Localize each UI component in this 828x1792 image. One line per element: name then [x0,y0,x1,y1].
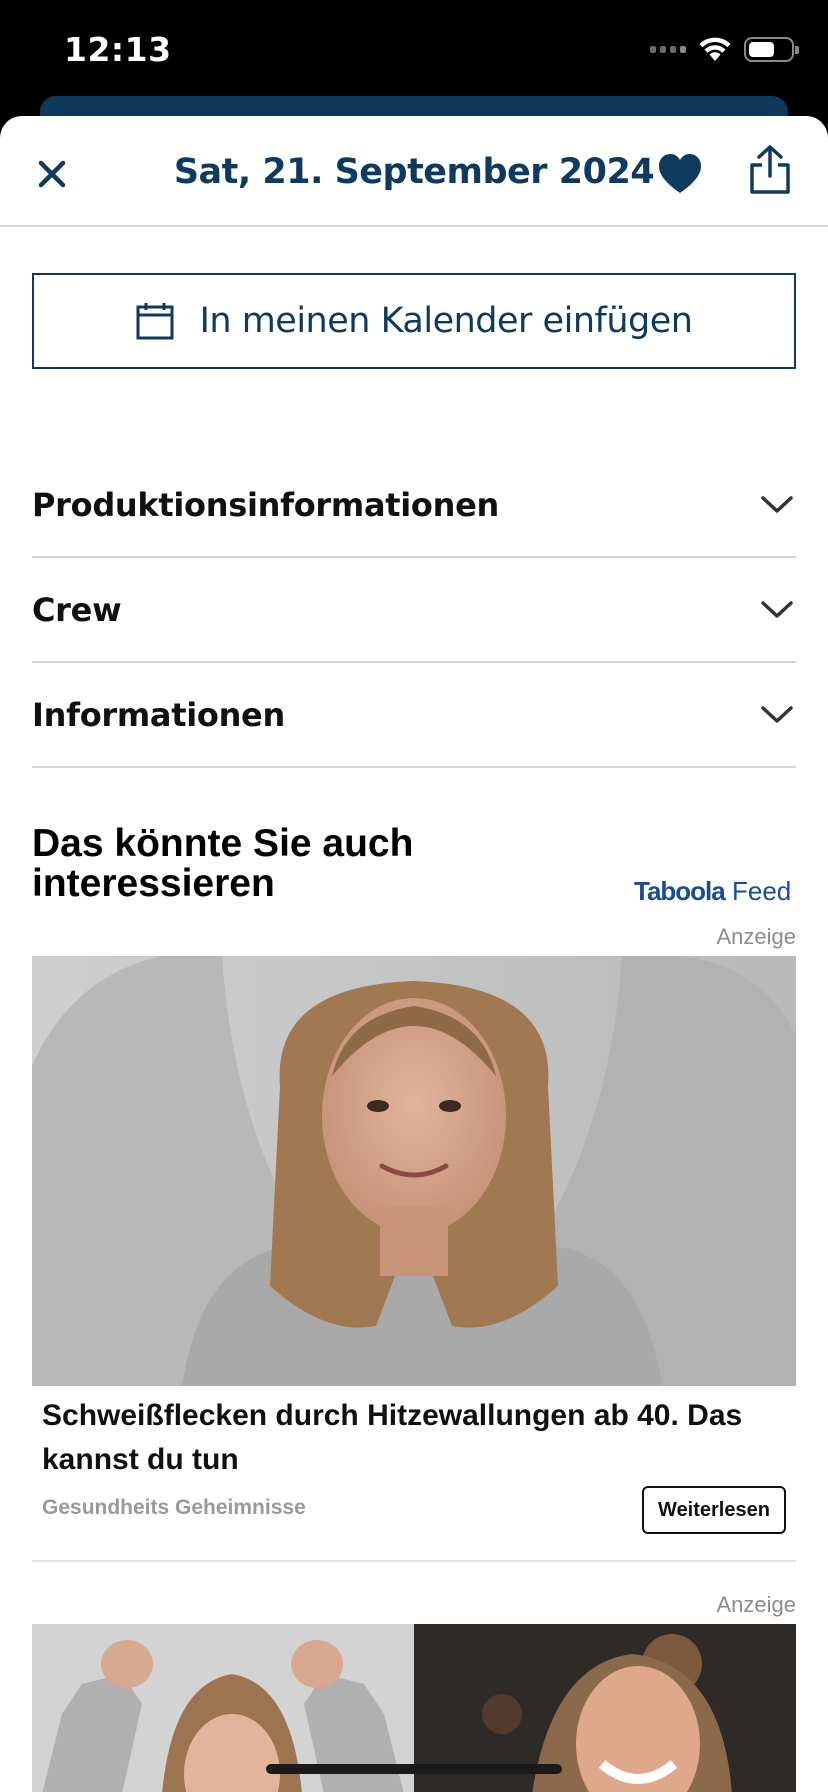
accordion-label: Informationen [32,696,285,734]
calendar-icon [136,303,174,340]
add-to-calendar-button[interactable]: In meinen Kalender einfügen [32,273,796,369]
chevron-down-icon [761,496,793,513]
wifi-icon [699,37,731,61]
accordion-label: Produktionsinformationen [32,486,499,524]
read-more-button[interactable]: Weiterlesen [642,1486,786,1534]
accordion-label: Crew [32,591,122,629]
recommendations-heading: Das könnte Sie auch interessieren [32,822,414,905]
taboola-brand: Taboola [634,876,726,906]
chevron-down-icon [761,706,793,723]
ad-thumbnail[interactable] [32,956,796,1386]
cellular-signal-icon [650,45,686,53]
divider [32,1560,796,1562]
battery-icon [744,36,799,62]
home-indicator[interactable] [266,1764,562,1774]
add-to-calendar-label: In meinen Kalender einfügen [199,301,693,341]
status-time: 12:13 [64,30,172,69]
taboola-feed-logo[interactable]: Taboola Feed [634,876,791,907]
sponsored-label: Anzeige [716,924,796,949]
ad-headline[interactable]: Schweißflecken durch Hitzewallungen ab 4… [42,1394,762,1482]
sheet-header: Sat, 21. September 2024 [0,116,828,227]
detail-sheet: Sat, 21. September 2024 In meinen Kalend… [0,116,828,1792]
ad-photo [32,956,796,1386]
favorite-heart-icon[interactable] [656,150,704,198]
accordion-production-info[interactable]: Produktionsinformationen [32,454,796,558]
accordion-information[interactable]: Informationen [32,664,796,768]
status-icons [650,36,799,62]
status-bar: 12:13 [0,0,828,100]
ad-source: Gesundheits Geheimnisse [42,1496,306,1519]
taboola-feed-suffix: Feed [731,876,792,906]
accordion-crew[interactable]: Crew [32,559,796,663]
share-icon[interactable] [748,144,792,196]
chevron-down-icon [761,601,793,618]
sponsored-label-2: Anzeige [716,1592,796,1617]
